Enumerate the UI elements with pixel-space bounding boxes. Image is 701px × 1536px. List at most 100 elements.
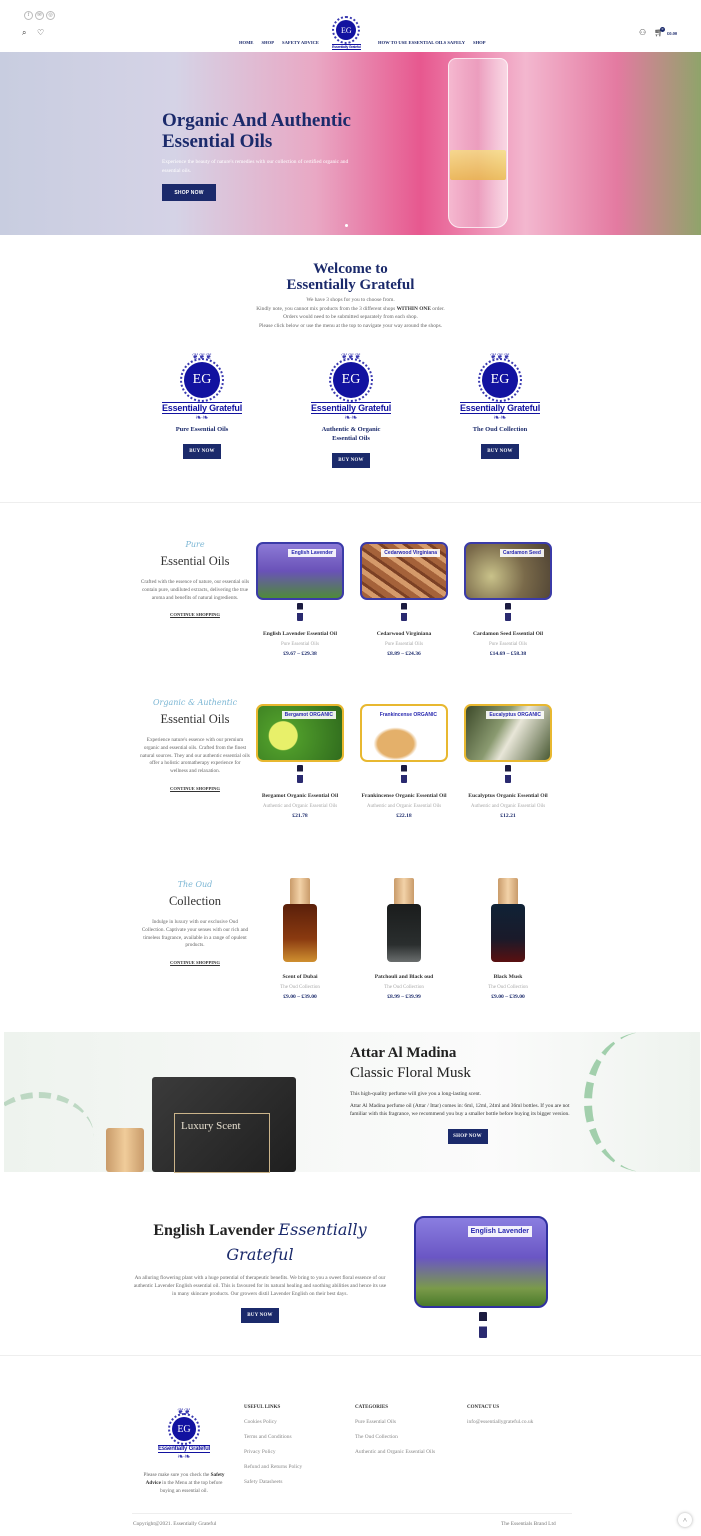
attar-title: Attar Al Madina: [350, 1045, 457, 1061]
footer-contact: CONTACT US info@essentiallygrateful.co.u…: [467, 1405, 533, 1425]
shop-title: Pure Essential Oils: [175, 426, 229, 433]
lavender-buy-now-button[interactable]: BUY NOW: [241, 1308, 279, 1323]
product-category[interactable]: The Oud Collection: [248, 985, 352, 990]
product-image[interactable]: [490, 878, 526, 966]
buy-now-button[interactable]: BUY NOW: [481, 444, 519, 459]
shop-card-oud: ❦❦❦ EG Essentially Grateful ❧❧ The Oud Coll…: [440, 353, 560, 459]
product-image[interactable]: [386, 878, 422, 966]
product-price: £9.00 – £39.00: [491, 993, 525, 1000]
product-card[interactable]: Bergamot ORGANIC Bergamot Organic Essent…: [248, 704, 352, 819]
product-card[interactable]: Cardamon Seed Cardamon Seed Essential Oi…: [456, 542, 560, 657]
shop-logo[interactable]: ❦❦❦ EG Essentially Grateful ❧❧: [142, 353, 262, 422]
wishlist-heart-icon[interactable]: ♡: [37, 28, 44, 37]
palm-leaf-image: [584, 1032, 700, 1172]
hero-subtitle: Experience the beauty of nature's remedi…: [162, 159, 349, 174]
product-name[interactable]: Scent of Dubai: [248, 974, 352, 982]
product-category[interactable]: Pure Essential Oils: [352, 642, 456, 647]
vial-image: [479, 1312, 487, 1338]
footer-link[interactable]: Refund and Returns Policy: [244, 1464, 302, 1470]
product-image[interactable]: Frankincense ORGANIC: [360, 704, 448, 762]
footer-link[interactable]: Safety Datasheets: [244, 1479, 302, 1485]
product-name[interactable]: Cardamon Seed Essential Oil: [456, 631, 560, 639]
product-category[interactable]: Pure Essential Oils: [456, 642, 560, 647]
shop-logo[interactable]: ❦❦❦ EG Essentially Grateful ❧❧: [440, 353, 560, 422]
product-category[interactable]: Authentic and Organic Essential Oils: [248, 804, 352, 809]
account-icon[interactable]: ⚇: [639, 28, 646, 37]
product-card[interactable]: Frankincense ORGANIC Frankincense Organi…: [352, 704, 456, 819]
product-category[interactable]: The Oud Collection: [456, 985, 560, 990]
lavender-image[interactable]: English Lavender: [414, 1216, 548, 1308]
attar-text: Attar Al Madina perfume oil (Attar / Itt…: [350, 1103, 570, 1117]
copyright-text: Copyright@2021. Essentially Grateful: [133, 1521, 217, 1527]
product-card[interactable]: Cedarwood Virginiana Cedarwood Virginian…: [352, 542, 456, 657]
product-image[interactable]: Cedarwood Virginiana: [360, 542, 448, 600]
nav-safety-advice[interactable]: SAFETY ADVICE: [282, 40, 319, 45]
product-image[interactable]: Bergamot ORGANIC: [256, 704, 344, 762]
main-nav-left: HOME SHOP SAFETY ADVICE: [235, 31, 323, 49]
vial-image: [401, 603, 407, 621]
section-script-title: The Oud: [177, 880, 213, 889]
divider: [0, 1355, 701, 1356]
product-category[interactable]: Authentic and Organic Essential Oils: [456, 804, 560, 809]
welcome-text: Kindly note, you cannot mix products fro…: [256, 305, 445, 312]
email-icon[interactable]: ✉: [35, 10, 44, 20]
instagram-icon[interactable]: ◎: [46, 10, 55, 20]
product-image[interactable]: Eucalyptus ORGANIC: [464, 704, 552, 762]
slider-dot[interactable]: [345, 224, 348, 227]
divider: [132, 1513, 572, 1514]
buy-now-button[interactable]: BUY NOW: [183, 444, 221, 459]
footer-link[interactable]: Authentic and Organic Essential Oils: [355, 1449, 435, 1455]
product-name[interactable]: Cedarwood Virginiana: [352, 631, 456, 639]
footer-link[interactable]: Terms and Conditions: [244, 1434, 302, 1440]
continue-shopping-link[interactable]: CONTINUE SHOPPING: [170, 786, 220, 791]
scroll-to-top-chevron-up-icon[interactable]: ˄: [678, 1513, 692, 1527]
lavender-title: English Lavender Essentially Grateful: [153, 1220, 367, 1264]
footer-link[interactable]: The Oud Collection: [355, 1434, 435, 1440]
footer-link[interactable]: Pure Essential Oils: [355, 1419, 435, 1425]
continue-shopping-link[interactable]: CONTINUE SHOPPING: [170, 960, 220, 965]
shop-title: The Oud Collection: [472, 426, 528, 433]
footer-logo[interactable]: ❦❦ EG Essentially Grateful ❧❧: [138, 1408, 230, 1461]
product-name[interactable]: Frankincense Organic Essential Oil: [352, 793, 456, 801]
product-image[interactable]: Cardamon Seed: [464, 542, 552, 600]
product-price: £14.69 – £58.38: [489, 650, 527, 657]
product-name[interactable]: English Lavender Essential Oil: [248, 631, 352, 639]
product-image[interactable]: [282, 878, 318, 966]
hero-shop-now-button[interactable]: SHOP NOW: [162, 184, 216, 201]
product-card[interactable]: Eucalyptus ORGANIC Eucalyptus Organic Es…: [456, 704, 560, 819]
footer-link[interactable]: Privacy Policy: [244, 1449, 302, 1455]
product-category[interactable]: Pure Essential Oils: [248, 642, 352, 647]
welcome-text: Please click below or use the menu at th…: [258, 322, 443, 329]
search-icon[interactable]: ⌕: [22, 28, 26, 38]
pure-intro: Pure Essential Oils Crafted with the ess…: [140, 540, 250, 621]
product-image[interactable]: English Lavender: [256, 542, 344, 600]
footer-heading: CONTACT US: [467, 1405, 500, 1410]
product-card[interactable]: English Lavender English Lavender Essent…: [248, 542, 352, 657]
shop-logo[interactable]: ❦❦❦ EG Essentially Grateful ❧❧: [291, 353, 411, 422]
lavender-feature: English Lavender Essentially Grateful An…: [133, 1218, 387, 1323]
facebook-icon[interactable]: f: [24, 11, 33, 20]
product-name[interactable]: Black Musk: [456, 974, 560, 982]
product-name[interactable]: Patchouli and Black oud: [352, 974, 456, 982]
footer-link[interactable]: Cookies Policy: [244, 1419, 302, 1425]
footer-email-link[interactable]: info@essentiallygrateful.co.uk: [467, 1419, 533, 1425]
product-name[interactable]: Eucalyptus Organic Essential Oil: [456, 793, 560, 801]
site-logo[interactable]: EG Essentially Grateful: [332, 16, 361, 50]
nav-how-to-use[interactable]: HOW TO USE ESSENTIAL OILS SAFELY: [378, 40, 465, 45]
product-card[interactable]: Patchouli and Black oud The Oud Collecti…: [352, 878, 456, 1000]
nav-home[interactable]: HOME: [239, 40, 254, 45]
nav-shop-2[interactable]: SHOP: [473, 40, 486, 45]
continue-shopping-link[interactable]: CONTINUE SHOPPING: [170, 612, 220, 617]
nav-shop[interactable]: SHOP: [262, 40, 275, 45]
buy-now-button[interactable]: BUY NOW: [332, 453, 370, 468]
product-name[interactable]: Bergamot Organic Essential Oil: [248, 793, 352, 801]
hero-bottle-image: [448, 58, 508, 228]
attar-shop-now-button[interactable]: SHOP NOW: [447, 1129, 488, 1144]
product-price: £9.00 – £39.00: [283, 993, 317, 1000]
product-card[interactable]: Scent of Dubai The Oud Collection £9.00 …: [248, 878, 352, 1000]
product-card[interactable]: Black Musk The Oud Collection £9.00 – £3…: [456, 878, 560, 1000]
product-category[interactable]: The Oud Collection: [352, 985, 456, 990]
product-category[interactable]: Authentic and Organic Essential Oils: [352, 804, 456, 809]
cart-total[interactable]: £0.00: [667, 31, 677, 36]
social-links: f ✉ ◎: [24, 3, 57, 21]
